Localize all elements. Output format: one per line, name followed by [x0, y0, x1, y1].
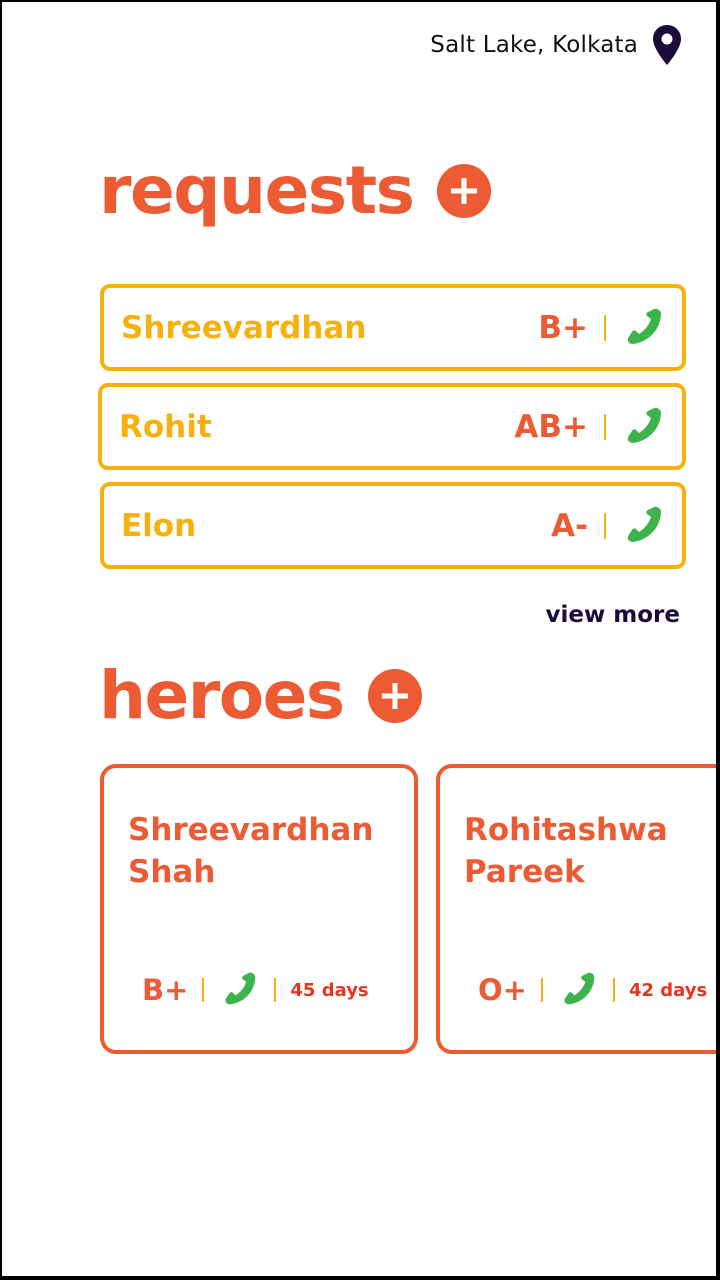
add-request-button[interactable]	[437, 163, 492, 218]
divider	[540, 978, 543, 1002]
request-blood-group: AB+	[514, 408, 588, 445]
hero-blood-group: O+	[478, 973, 527, 1007]
plus-icon	[381, 682, 408, 709]
requests-header: requests	[99, 152, 492, 229]
phone-icon[interactable]	[624, 506, 664, 546]
request-name: Shreevardhan	[121, 309, 367, 346]
heroes-title: heroes	[99, 657, 345, 734]
hero-card[interactable]: Shreevardhan Shah B+ 45 days	[100, 764, 418, 1054]
phone-icon[interactable]	[624, 407, 664, 447]
request-card[interactable]: Rohit AB+	[98, 383, 686, 470]
location-bar[interactable]: Salt Lake, Kolkata	[430, 24, 682, 66]
hero-first-name: Shreevardhan	[128, 812, 374, 848]
request-blood-group: A-	[551, 507, 588, 544]
divider	[604, 413, 606, 440]
phone-icon[interactable]	[624, 308, 664, 348]
hero-blood-group: B+	[142, 973, 189, 1007]
phone-icon[interactable]	[561, 972, 597, 1008]
request-blood-group: B+	[538, 309, 588, 346]
plus-icon	[451, 177, 478, 204]
phone-icon[interactable]	[222, 972, 258, 1008]
request-list: Shreevardhan B+ Rohit AB+ Elon A-	[98, 284, 686, 581]
divider	[604, 314, 606, 341]
divider	[202, 978, 205, 1002]
hero-meta: O+ 42 days	[478, 972, 707, 1008]
request-name: Rohit	[119, 408, 212, 445]
divider	[274, 978, 277, 1002]
divider	[612, 978, 615, 1002]
request-name: Elon	[121, 507, 197, 544]
view-more-link[interactable]: view more	[546, 602, 680, 628]
location-text: Salt Lake, Kolkata	[430, 32, 638, 58]
requests-title: requests	[99, 152, 415, 229]
app-screen: Salt Lake, Kolkata requests Shreevardhan…	[0, 0, 720, 1280]
hero-last-name: Shah	[128, 854, 216, 890]
hero-card[interactable]: Rohitashwa Pareek O+ 42 days	[436, 764, 716, 1054]
hero-days: 42 days	[628, 979, 708, 1001]
request-card[interactable]: Elon A-	[100, 482, 686, 569]
hero-days: 45 days	[290, 979, 369, 1001]
location-pin-icon[interactable]	[652, 24, 682, 66]
request-card[interactable]: Shreevardhan B+	[100, 284, 686, 371]
divider	[604, 512, 606, 539]
hero-last-name: Pareek	[464, 854, 585, 890]
hero-meta: B+ 45 days	[142, 972, 369, 1008]
hero-first-name: Rohitashwa	[464, 812, 668, 848]
add-hero-button[interactable]	[367, 668, 422, 723]
heroes-header: heroes	[99, 657, 422, 734]
